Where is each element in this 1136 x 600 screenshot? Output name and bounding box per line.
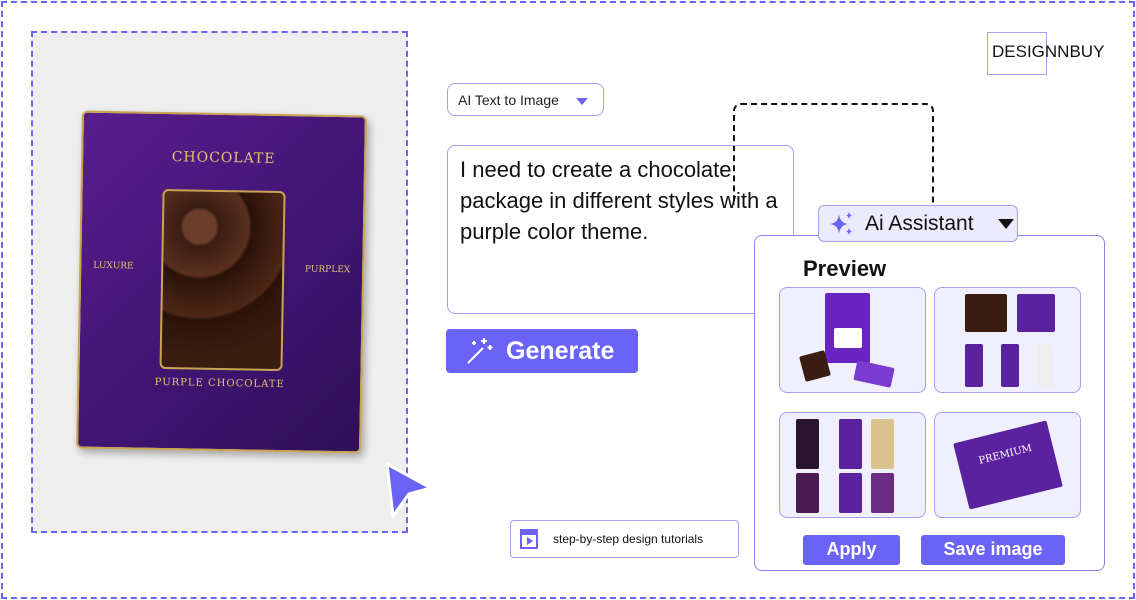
sparkles-icon: [830, 211, 852, 235]
prompt-textarea[interactable]: I need to create a chocolate package in …: [447, 145, 794, 314]
brand-logo: DESIGNNBUY: [992, 42, 1105, 61]
generate-button[interactable]: Generate: [446, 329, 638, 373]
preview-thumbnail-4[interactable]: PREMIUM: [934, 412, 1081, 518]
package-subtitle: PURPLE CHOCOLATE: [154, 376, 285, 391]
ai-assistant-label: Ai Assistant: [865, 211, 974, 235]
caret-down-icon: [997, 218, 1014, 229]
magic-wand-icon: [467, 338, 493, 364]
generate-label: Generate: [506, 336, 615, 365]
caret-down-icon: [576, 98, 588, 105]
design-canvas[interactable]: CHOCOLATE LUXURE PURPLEX PURPLE CHOCOLAT…: [31, 31, 408, 533]
preview-thumbnail-1[interactable]: [779, 287, 926, 393]
preview-title: Preview: [803, 256, 887, 281]
preview-thumbnail-3[interactable]: [779, 412, 926, 518]
apply-button[interactable]: Apply: [803, 535, 900, 565]
chocolate-window: [159, 188, 286, 372]
ai-assistant-dropdown[interactable]: Ai Assistant: [818, 205, 1018, 242]
tutorials-label: step-by-step design tutorials: [553, 532, 704, 546]
preview-thumbnail-2[interactable]: [934, 287, 1081, 393]
chocolate-package-image: CHOCOLATE LUXURE PURPLEX PURPLE CHOCOLAT…: [76, 110, 367, 454]
ai-assistant-panel: Preview PREMIUM Apply Save image: [754, 235, 1105, 571]
mode-dropdown[interactable]: AI Text to Image: [447, 83, 604, 116]
cursor-pointer-icon: [385, 462, 433, 518]
thumb-text: PREMIUM: [953, 420, 1063, 510]
tutorials-link[interactable]: step-by-step design tutorials: [510, 520, 739, 558]
mode-dropdown-value: AI Text to Image: [458, 92, 559, 108]
video-clapper-icon: [520, 529, 538, 549]
package-title: CHOCOLATE: [171, 149, 276, 167]
save-image-button[interactable]: Save image: [921, 535, 1065, 565]
